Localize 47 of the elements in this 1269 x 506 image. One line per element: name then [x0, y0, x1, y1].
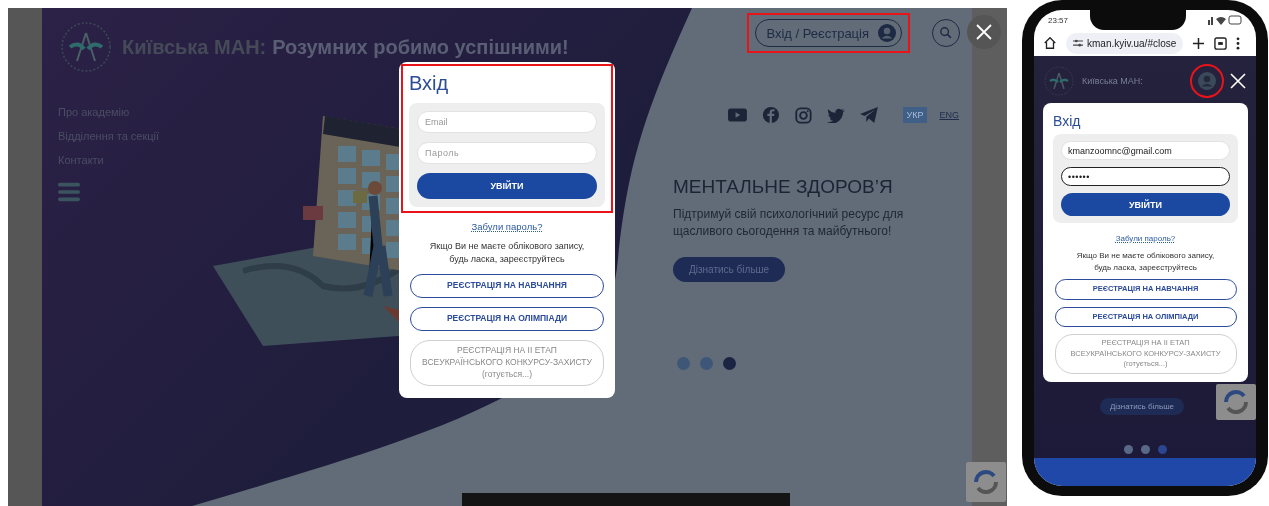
status-time: 23:57 [1048, 15, 1069, 25]
language-option[interactable]: УКР [902, 107, 928, 123]
close-icon [974, 22, 994, 42]
paper-plane-icon[interactable] [859, 107, 878, 123]
address-bar[interactable]: kman.kyiv.ua/#close [1066, 32, 1184, 54]
bird-icon[interactable] [826, 107, 845, 123]
carousel-dot[interactable] [1140, 445, 1150, 454]
site-settings-icon [1073, 38, 1083, 48]
hero-text: Підтримуй свій психологічний ресурс для щасливого сьогодення та майбутнього! [673, 206, 905, 241]
user-icon [877, 23, 897, 43]
tabs-icon[interactable] [1214, 36, 1228, 50]
captcha-badge-icon [1216, 384, 1256, 420]
plus-icon[interactable] [1192, 36, 1206, 50]
dialog-title: Вхід [1053, 113, 1082, 129]
menu-icon[interactable] [58, 182, 80, 202]
dialog-title: Вхід [409, 72, 450, 95]
learn-more-button[interactable]: Дізнатись більше [1099, 398, 1185, 415]
signal-wifi-battery-icon [1208, 15, 1242, 25]
login-button[interactable]: УВІЙТИ [1061, 193, 1230, 216]
instagram-icon[interactable] [794, 106, 812, 124]
register-note: Якщо Ви не маєте облікового запису, будь ласка, зареєструйтесь [1076, 250, 1215, 274]
register-note: Якщо Ви не маєте облікового запису, будь ласка, зареєструйтесь [429, 240, 585, 267]
register-button[interactable]: РЕЄСТРАЦІЯ НА ОЛІМПІАДИ [410, 307, 604, 331]
user-icon[interactable] [1197, 71, 1217, 91]
hero-title: МЕНТАЛЬНЕ ЗДОРОВ’Я [673, 176, 894, 198]
carousel-dot[interactable] [1157, 445, 1167, 454]
close-icon[interactable] [1228, 71, 1248, 91]
home-icon[interactable] [1043, 36, 1057, 50]
password-field[interactable]: •••••• [1061, 167, 1230, 186]
facebook-icon[interactable] [761, 106, 780, 124]
register-button[interactable]: РЕЄСТРАЦІЯ НА НАВЧАННЯ [410, 274, 604, 298]
forgot-password-link[interactable]: Забули пароль? [1115, 234, 1176, 243]
carousel-dot[interactable] [1123, 445, 1133, 454]
url-text: kman.kyiv.ua/#close [1087, 37, 1177, 49]
login-button[interactable]: УВІЙТИ [417, 173, 597, 199]
forgot-password-link[interactable]: Забули пароль? [471, 221, 543, 232]
academy-logo-icon [1044, 66, 1074, 96]
video-play-icon[interactable] [728, 108, 747, 122]
search-icon [939, 26, 953, 40]
captcha-badge-icon [966, 462, 1006, 502]
site-slogan: Розумних робимо успішними! [272, 35, 569, 59]
email-field[interactable]: kmanzoomnc@gmail.com [1061, 141, 1230, 160]
site-title: Київська МАН: [1082, 76, 1143, 86]
password-field[interactable]: Пароль [417, 142, 597, 164]
email-field[interactable]: Email [417, 111, 597, 133]
more-menu-icon[interactable] [1236, 36, 1241, 50]
academy-logo-icon [60, 21, 112, 73]
